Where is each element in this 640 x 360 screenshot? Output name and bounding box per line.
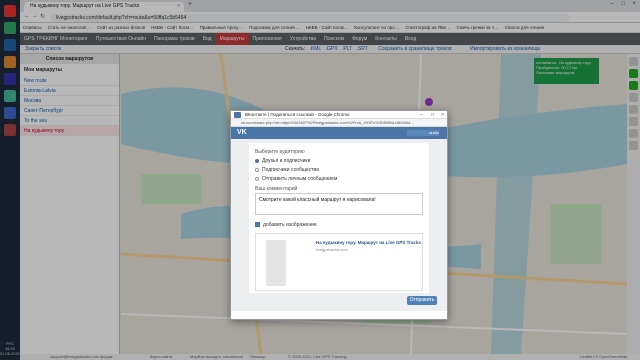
audience-option-label: Отправить личным сообщением	[262, 176, 338, 182]
audience-option-message[interactable]: Отправить личным сообщением	[255, 176, 337, 182]
audience-option-label: Подписчики сообщества	[262, 167, 319, 173]
add-image-checkbox[interactable]: добавить изображение	[255, 222, 317, 228]
vk-favicon-icon	[234, 112, 241, 118]
vk-share-window: ВКонтакте | Поделиться ссылкой - Google …	[230, 110, 448, 320]
add-image-label: добавить изображение	[263, 222, 317, 228]
checkbox-checked-icon[interactable]	[255, 222, 260, 228]
user-menu[interactable]: audio	[407, 130, 439, 136]
preview-title[interactable]: На кудыкину гору. Маршрут на Live GPS Tr…	[316, 240, 421, 245]
close-popup-icon[interactable]: ×	[441, 112, 444, 118]
share-body: Выберите аудиторию Друзья и подписчики П…	[231, 139, 447, 311]
audience-option-community[interactable]: Подписчики сообщества	[255, 167, 319, 173]
popup-title: ВКонтакте | Поделиться ссылкой - Google …	[245, 112, 350, 117]
preview-domain: livegpstracks.com	[316, 247, 348, 252]
audience-option-friends[interactable]: Друзья и подписчики	[255, 158, 310, 164]
vk-header: VK audio	[231, 127, 447, 139]
maximize-icon[interactable]: □	[431, 112, 434, 118]
comment-label: Ваш комментарий	[255, 186, 298, 192]
link-preview: На кудыкину гору. Маршрут на Live GPS Tr…	[255, 233, 423, 291]
radio-selected-icon[interactable]	[255, 158, 259, 163]
popup-title-bar: ВКонтакте | Поделиться ссылкой - Google …	[231, 111, 447, 119]
share-card: Выберите аудиторию Друзья и подписчики П…	[249, 143, 429, 293]
audience-label: Выберите аудиторию	[255, 149, 305, 155]
audience-option-label: Друзья и подписчики	[262, 158, 311, 164]
vk-logo-icon: VK	[237, 129, 247, 136]
send-button[interactable]: Отправить	[407, 296, 437, 305]
minimize-icon[interactable]: –	[420, 112, 423, 118]
radio-icon[interactable]	[255, 176, 259, 181]
radio-icon[interactable]	[255, 167, 259, 172]
preview-thumbnail	[266, 240, 286, 286]
comment-textarea[interactable]: Смотрите какой классный маршрут я нарисо…	[255, 193, 423, 215]
popup-url: vk.com/share.php?url=https%3A%2F%2Fliveg…	[231, 119, 447, 127]
